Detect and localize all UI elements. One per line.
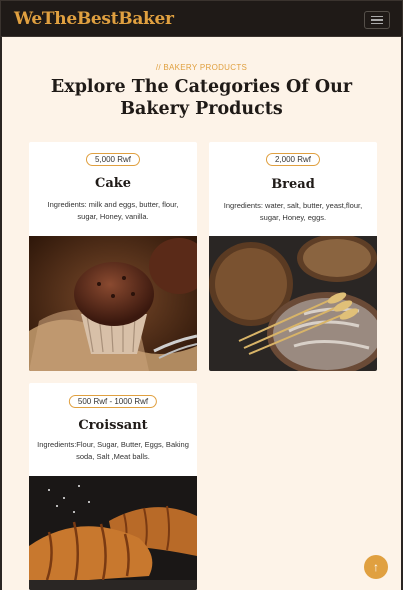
product-card-cake[interactable]: 5,000 Rwf Cake Ingredients: milk and egg… — [29, 142, 197, 371]
price-badge: 5,000 Rwf — [85, 153, 141, 166]
section-heading: Explore The Categories Of Our Bakery Pro… — [50, 77, 353, 119]
product-ingredients: Ingredients: water, salt, butter, yeast,… — [223, 201, 363, 222]
price-badge: 2,000 Rwf — [265, 153, 321, 166]
navbar: WeTheBestBaker — [0, 0, 403, 37]
arrow-up-icon[interactable]: ↑ — [364, 555, 388, 579]
product-name: Bread — [271, 177, 315, 192]
price-badge: 500 Rwf - 1000 Rwf — [68, 395, 158, 408]
product-name: Croissant — [78, 418, 148, 433]
croissant-image — [29, 476, 197, 590]
product-name: Cake — [94, 176, 132, 191]
product-ingredients: Ingredients:Flour, Sugar, Butter, Eggs, … — [37, 440, 189, 461]
section-eyebrow: // BAKERY PRODUCTS — [155, 63, 248, 72]
hamburger-icon[interactable] — [364, 11, 390, 29]
bread-image — [209, 236, 377, 371]
left-edge — [0, 37, 2, 590]
product-ingredients: Ingredients: milk and eggs, butter, flou… — [47, 200, 179, 221]
brand-logo[interactable]: WeTheBestBaker — [14, 9, 174, 29]
cake-image — [29, 236, 197, 371]
product-card-bread[interactable]: 2,000 Rwf Bread Ingredients: water, salt… — [209, 142, 377, 371]
product-card-croissant[interactable]: 500 Rwf - 1000 Rwf Croissant Ingredients… — [29, 383, 197, 590]
